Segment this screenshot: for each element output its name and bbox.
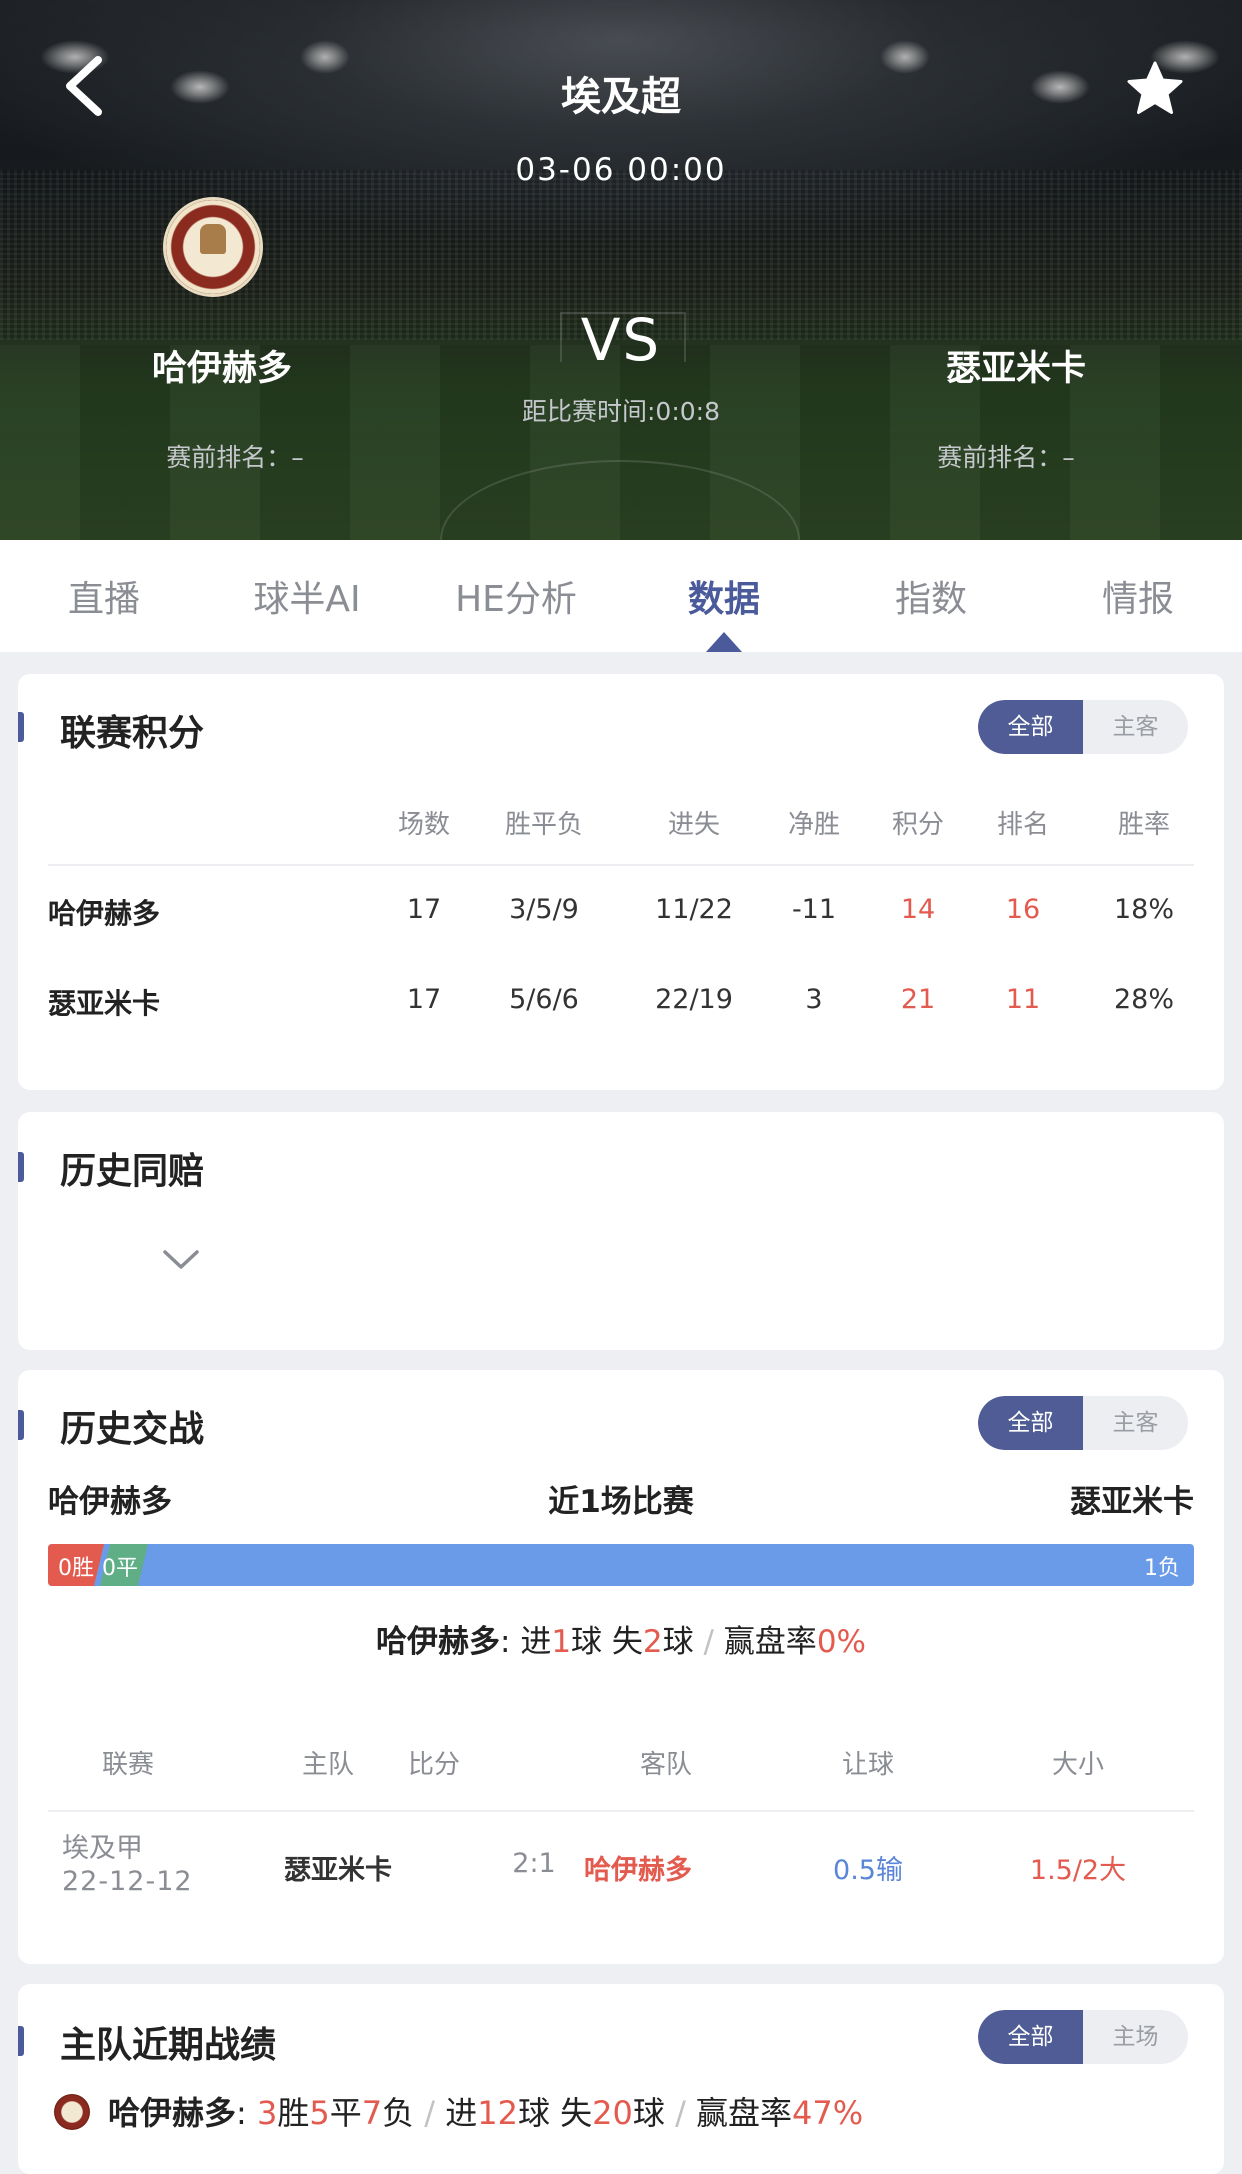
h2h-summary: 哈伊赫多: 进1球 失2球 / 赢盘率0% <box>376 1624 866 1660</box>
match-league: 埃及甲 <box>62 1833 143 1864</box>
chevron-down-icon[interactable] <box>162 1248 200 1272</box>
league-title: 埃及超 <box>561 74 681 120</box>
col-header: 净胜 <box>787 810 840 840</box>
col-header: 胜率 <box>1117 810 1170 840</box>
match-time: 03-06 00:00 <box>515 152 727 188</box>
col-header: 积分 <box>891 810 944 840</box>
league-table-card: 联赛积分 全部 主客 场数 胜平负 进失 净胜 积分 排名 胜率 哈伊赫多 17… <box>18 674 1224 1090</box>
tab-bar: 直播 球半AI HE分析 数据 指数 情报 <box>0 540 1242 652</box>
same-odds-card: 历史同赔 <box>18 1112 1224 1350</box>
toggle-home-away[interactable]: 主客 <box>1083 700 1188 754</box>
col-header: 胜平负 <box>504 810 583 840</box>
tab-intel[interactable]: 情报 <box>1038 570 1238 622</box>
col-header: 联赛 <box>101 1750 154 1780</box>
tab-analysis[interactable]: HE分析 <box>416 570 616 622</box>
away-team-name: 瑟亚米卡 <box>945 349 1086 389</box>
played: 17 <box>406 984 442 1015</box>
row-team: 哈伊赫多 <box>48 897 161 930</box>
wdl: 5/6/6 <box>509 984 579 1015</box>
goal-diff: 3 <box>805 984 823 1015</box>
wdl: 3/5/9 <box>509 894 579 925</box>
h2h-recent-count: 近1场比赛 <box>548 1484 694 1520</box>
col-header: 比分 <box>407 1750 460 1780</box>
points: 21 <box>900 984 936 1015</box>
col-header: 客队 <box>639 1750 692 1780</box>
home-team-logo-small <box>54 2094 90 2130</box>
toggle-home-away[interactable]: 主客 <box>1083 1396 1188 1450</box>
goals: 11/22 <box>655 894 733 925</box>
league-toggle: 全部 主客 <box>978 700 1188 754</box>
win-count: 0胜 <box>58 1556 94 1581</box>
h2h-away-team: 瑟亚米卡 <box>1070 1484 1194 1520</box>
home-team-logo <box>166 200 260 294</box>
tab-data[interactable]: 数据 <box>624 570 824 622</box>
tab-ai[interactable]: 球半AI <box>207 570 407 622</box>
tab-odds[interactable]: 指数 <box>831 570 1031 622</box>
col-header: 场数 <box>397 810 450 840</box>
toggle-all[interactable]: 全部 <box>978 2010 1083 2064</box>
match-over-under: 1.5/2大 <box>1029 1855 1127 1886</box>
win-rate: 18% <box>1113 894 1174 925</box>
section-title: 历史交战 <box>60 1409 205 1450</box>
played: 17 <box>406 894 442 925</box>
loss-count: 1负 <box>1144 1556 1180 1581</box>
tab-live[interactable]: 直播 <box>4 570 204 622</box>
section-title: 主队近期战绩 <box>60 2025 277 2066</box>
toggle-all[interactable]: 全部 <box>978 700 1083 754</box>
draw-count: 0平 <box>102 1556 138 1581</box>
form-summary: 哈伊赫多: 3胜5平7负 / 进12球 失20球 / 赢盘率47% <box>108 2094 864 2132</box>
toggle-all[interactable]: 全部 <box>978 1396 1083 1450</box>
active-tab-indicator <box>706 632 742 652</box>
col-header: 大小 <box>1051 1750 1104 1780</box>
away-rank: 赛前排名：– <box>937 443 1075 472</box>
form-toggle: 全部 主场 <box>978 2010 1188 2064</box>
col-header: 让球 <box>841 1750 894 1780</box>
home-rank: 赛前排名：– <box>166 443 304 472</box>
h2h-toggle: 全部 主客 <box>978 1396 1188 1450</box>
section-title: 联赛积分 <box>60 713 205 754</box>
row-team: 瑟亚米卡 <box>48 987 161 1020</box>
match-date: 22-12-12 <box>62 1866 193 1897</box>
win-rate: 28% <box>1113 984 1174 1015</box>
match-home: 瑟亚米卡 <box>284 1855 392 1886</box>
match-handicap: 0.5输 <box>833 1855 903 1886</box>
toggle-home[interactable]: 主场 <box>1083 2010 1188 2064</box>
head-to-head-card: 历史交战 全部 主客 哈伊赫多 近1场比赛 瑟亚米卡 0胜 0平 1负 哈伊赫多… <box>18 1370 1224 1964</box>
goal-diff: -11 <box>791 894 837 925</box>
col-header: 进失 <box>667 810 720 840</box>
points: 14 <box>900 894 936 925</box>
favorite-star-icon[interactable] <box>1126 60 1184 116</box>
match-away: 哈伊赫多 <box>584 1855 692 1886</box>
recent-form-card: 主队近期战绩 全部 主场 哈伊赫多: 3胜5平7负 / 进12球 失20球 / … <box>18 1984 1224 2174</box>
rank: 11 <box>1005 984 1041 1015</box>
section-title: 历史同赔 <box>60 1151 205 1192</box>
countdown: 距比赛时间:0:0:8 <box>522 397 720 426</box>
rank: 16 <box>1005 894 1041 925</box>
goals: 22/19 <box>655 984 733 1015</box>
h2h-result-bar: 0胜 0平 1负 <box>48 1544 1194 1586</box>
col-header: 排名 <box>996 810 1049 840</box>
